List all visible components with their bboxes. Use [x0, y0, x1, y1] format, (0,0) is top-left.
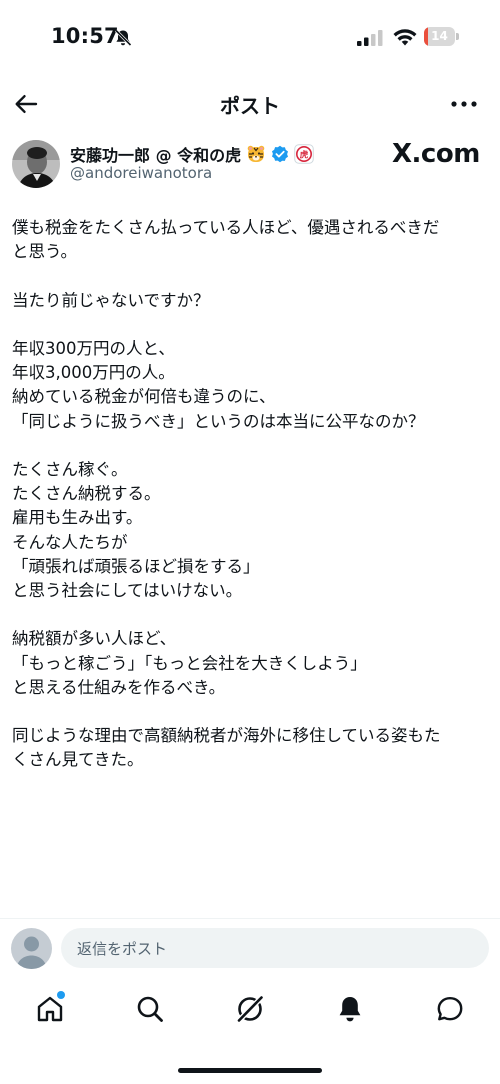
x-com-logo: X.com	[392, 138, 480, 170]
tiger-emoji-icon	[247, 145, 265, 162]
author-display-name: 安藤功一郎 @ 令和の虎	[70, 146, 242, 165]
nav-header: ポスト	[0, 80, 500, 128]
cellular-signal-icon	[357, 30, 383, 46]
default-avatar-icon	[16, 936, 47, 969]
affiliate-badge-text: 虎	[300, 149, 309, 160]
post-line: と思う。	[12, 242, 78, 262]
home-notification-dot	[57, 991, 65, 999]
more-options-icon[interactable]	[449, 92, 479, 116]
post-line: 僕も税金をたくさん払っている人ほど、優遇されるべきだ	[12, 218, 440, 237]
battery-percent: 14	[431, 29, 448, 43]
post-line: そんな人たちが	[12, 532, 128, 552]
author-avatar[interactable]	[12, 140, 60, 188]
post-line: 納税額が多い人ほど、	[12, 629, 177, 649]
battery-body: 14	[424, 27, 455, 46]
post-line: と思える仕組みを作るべき。	[12, 677, 226, 697]
bell-icon[interactable]	[334, 993, 366, 1025]
post-line: 「同じように扱うべき」というのは本当に公平なのか？	[12, 411, 425, 431]
post-text: 僕も税金をたくさん払っている人ほど、優遇されるべきだ と思う。当たり前じゃないです…	[12, 216, 488, 773]
post-line: たくさん納税する。	[12, 484, 161, 504]
page-title: ポスト	[220, 94, 280, 118]
post-line: くさん見てきた。	[12, 750, 144, 770]
post-line: 年収300万円の人と、	[12, 338, 175, 358]
divider	[0, 918, 500, 919]
verified-badge-icon	[272, 145, 289, 163]
status-time: 10:57	[51, 24, 119, 48]
post-line: たくさん稼ぐ。	[12, 459, 128, 479]
grok-icon[interactable]	[234, 993, 266, 1025]
reply-input[interactable]: 返信をポスト	[61, 928, 489, 968]
author-photo	[12, 140, 60, 188]
bell-off-icon	[114, 29, 132, 47]
post-line: と思う社会にしてはいけない。	[12, 581, 243, 600]
post-line: 納めている税金が何倍も違うのに、	[12, 387, 276, 407]
post-line: 「もっと稼ごう」「もっと会社を大きくしよう」	[12, 653, 367, 673]
post-line: 年収3,000万円の人。	[12, 363, 175, 383]
author-name-row[interactable]: 安藤功一郎 @ 令和の虎 虎	[70, 142, 314, 166]
home-indicator	[178, 1068, 322, 1073]
post-line: 当たり前じゃないですか？	[12, 290, 210, 310]
post-line: 同じような理由で高額納税者が海外に移住している姿もた	[12, 726, 441, 746]
search-icon[interactable]	[134, 993, 166, 1025]
status-bar: 10:57 14	[0, 0, 500, 72]
bottom-tab-bar	[0, 985, 500, 1035]
battery-indicator: 14	[424, 27, 460, 46]
x-com-logo-text: X.com	[392, 139, 480, 169]
post-line: 雇用も生み出す。	[12, 508, 143, 528]
chat-icon[interactable]	[434, 993, 466, 1025]
affiliate-badge-icon: 虎	[294, 144, 314, 164]
user-avatar[interactable]	[11, 928, 52, 969]
author-handle[interactable]: @andoreiwanotora	[70, 164, 212, 182]
wifi-icon	[393, 29, 417, 46]
reply-placeholder: 返信をポスト	[77, 939, 168, 958]
post-line: 「頑張れば頑張るほど損をする」	[12, 556, 260, 576]
battery-tip	[456, 33, 459, 40]
